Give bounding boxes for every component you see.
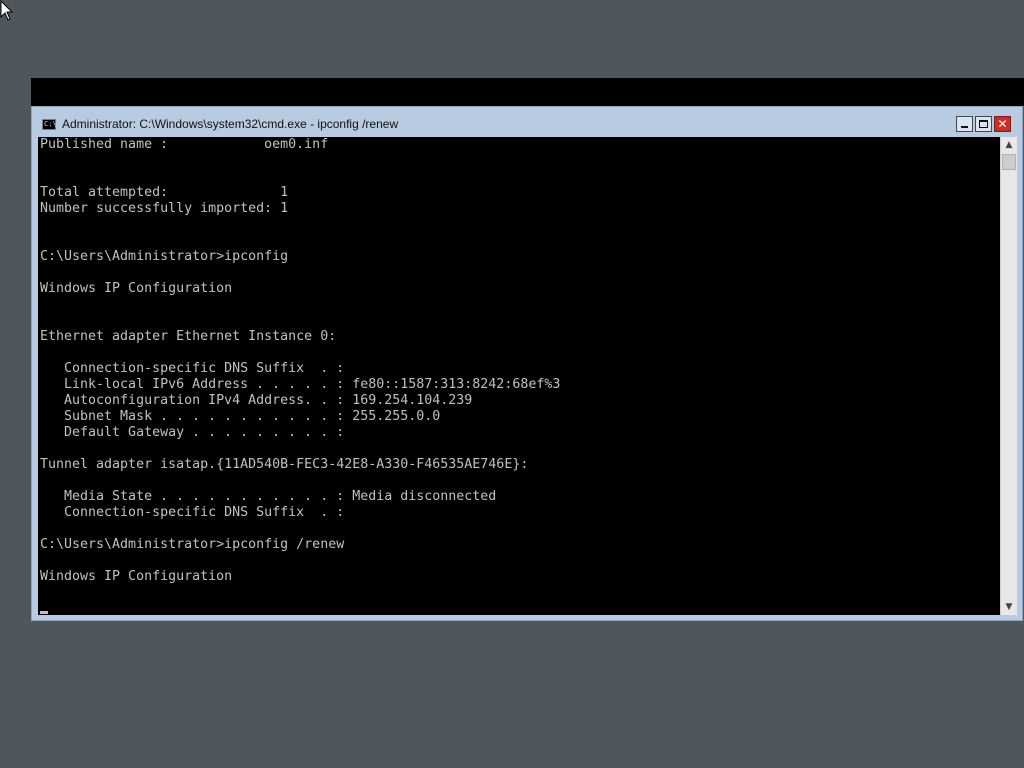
scroll-up-arrow-icon[interactable]: ▲	[1001, 137, 1017, 153]
desktop: C:\ Administrator: C:\Windows\system32\c…	[0, 0, 1024, 768]
title-bar[interactable]: C:\ Administrator: C:\Windows\system32\c…	[32, 107, 1022, 137]
background-black-band	[31, 78, 1024, 106]
console-line: Autoconfiguration IPv4 Address. . : 169.…	[40, 393, 473, 408]
console-output: Published name : oem0.inf Total attempte…	[40, 137, 560, 585]
console-line: Total attempted: 1	[40, 185, 289, 200]
close-icon: ✕	[997, 117, 1008, 131]
console-line: Published name : oem0.inf	[40, 137, 329, 152]
console-line: Windows IP Configuration	[40, 569, 233, 584]
window-title: Administrator: C:\Windows\system32\cmd.e…	[62, 117, 399, 131]
console-line: Media State . . . . . . . . . . . : Medi…	[40, 489, 497, 504]
mouse-pointer-icon	[0, 0, 14, 21]
maximize-button[interactable]	[975, 116, 992, 132]
cmd-window[interactable]: C:\ Administrator: C:\Windows\system32\c…	[31, 106, 1023, 621]
console-line: Ethernet adapter Ethernet Instance 0:	[40, 329, 337, 344]
console-line: C:\Users\Administrator>ipconfig	[40, 249, 289, 264]
console-line: C:\Users\Administrator>ipconfig /renew	[40, 537, 345, 552]
console-area[interactable]: Published name : oem0.inf Total attempte…	[38, 137, 1000, 615]
console-line: Connection-specific DNS Suffix . :	[40, 505, 345, 520]
console-line: Tunnel adapter isatap.{11AD540B-FEC3-42E…	[40, 457, 529, 472]
close-button[interactable]: ✕	[994, 116, 1011, 132]
cmd-icon-label: C:\	[44, 120, 57, 128]
text-cursor	[40, 611, 48, 614]
console-line: Number successfully imported: 1	[40, 201, 289, 216]
console-line: Subnet Mask . . . . . . . . . . . : 255.…	[40, 409, 441, 424]
console-line: Default Gateway . . . . . . . . . :	[40, 425, 345, 440]
cmd-icon[interactable]: C:\	[42, 119, 57, 130]
scroll-thumb[interactable]	[1002, 154, 1016, 170]
minimize-button[interactable]	[956, 116, 973, 132]
scroll-down-arrow-icon[interactable]: ▼	[1001, 599, 1017, 615]
console-line: Link-local IPv6 Address . . . . . : fe80…	[40, 377, 561, 392]
console-line: Connection-specific DNS Suffix . :	[40, 361, 345, 376]
vertical-scrollbar[interactable]: ▲ ▼	[1000, 137, 1017, 615]
console-line: Windows IP Configuration	[40, 281, 233, 296]
